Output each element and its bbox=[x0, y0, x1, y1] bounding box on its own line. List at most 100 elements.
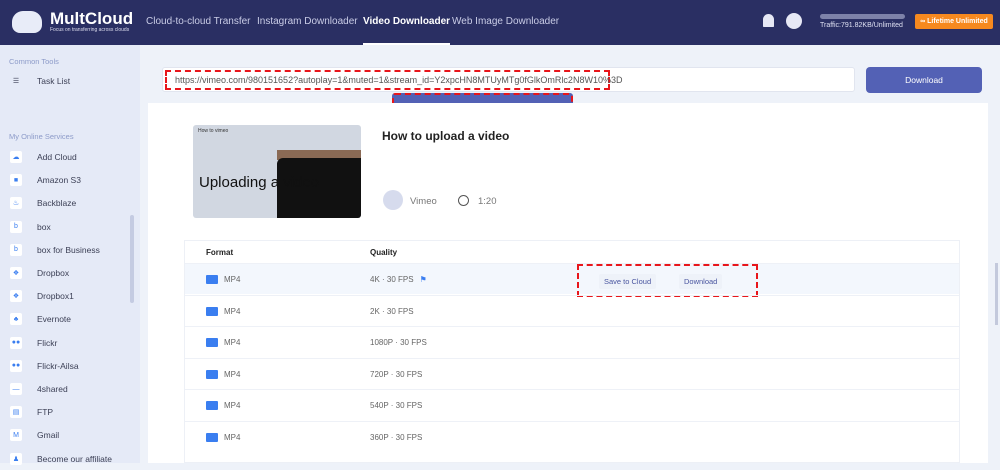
quality-cell: 360P · 30 FPS bbox=[370, 433, 422, 442]
logo[interactable]: MultCloud Focus on transferring across cl… bbox=[12, 10, 133, 33]
video-camera-icon bbox=[206, 306, 218, 316]
traffic-text: Traffic:791.82KB/Unlimited bbox=[820, 22, 903, 29]
table-row[interactable]: MP4 540P · 30 FPS bbox=[185, 389, 959, 420]
format-cell: MP4 bbox=[224, 401, 241, 410]
sidebar-item-label: box for Business bbox=[37, 244, 100, 255]
quality-cell: 1080P · 30 FPS bbox=[370, 338, 427, 347]
result-panel: How to vimeo Uploading a video How to up… bbox=[148, 103, 998, 463]
download-button[interactable]: Download bbox=[866, 67, 982, 93]
lifetime-unlimited-button[interactable]: ∞ Lifetime Unlimited bbox=[915, 14, 993, 29]
table-row[interactable]: MP4 1080P · 30 FPS bbox=[185, 326, 959, 357]
traffic-bar bbox=[820, 14, 905, 19]
channel-name: Vimeo bbox=[410, 196, 437, 207]
format-table: Format Quality MP4 4K · 30 FPS ⚑ Save to Cl… bbox=[184, 240, 998, 463]
sidebar-item-label: Add Cloud bbox=[37, 152, 77, 162]
sidebar-scrollbar[interactable] bbox=[130, 215, 134, 303]
sidebar-item-flickr[interactable]: ●● Flickr bbox=[4, 332, 130, 354]
sidebar-item-label: Flickr-Ailsa bbox=[37, 360, 79, 371]
sidebar-item-label: Dropbox1 bbox=[37, 291, 74, 302]
thumb-header: How to vimeo bbox=[198, 128, 229, 134]
user-avatar-icon[interactable] bbox=[786, 13, 802, 29]
quality-text: 1080P · 30 FPS bbox=[370, 338, 427, 347]
nav-cloud-transfer[interactable]: Cloud-to-cloud Transfer bbox=[146, 16, 251, 27]
video-duration: 1:20 bbox=[478, 196, 497, 207]
save-to-cloud-button[interactable]: Save to Cloud bbox=[599, 274, 657, 289]
format-cell: MP4 bbox=[224, 369, 241, 379]
sidebar-item-label: FTP bbox=[37, 407, 54, 418]
sidebar-item-dropbox1[interactable]: ❖ Dropbox1 bbox=[4, 285, 130, 307]
sidebar-item-task-list[interactable]: ☰ Task List bbox=[4, 70, 130, 92]
box-for-business-icon: b bbox=[10, 243, 22, 256]
sidebar-item-dropbox[interactable]: ❖ Dropbox bbox=[4, 262, 130, 284]
backblaze-icon: ♨ bbox=[10, 197, 22, 210]
video-thumbnail[interactable]: How to vimeo Uploading a video bbox=[193, 125, 361, 218]
add-cloud-icon: ☁ bbox=[10, 151, 22, 163]
quality-cell: 540P · 30 FPS bbox=[370, 401, 422, 410]
flickr-ailsa-icon: ●● bbox=[10, 359, 22, 372]
sidebar-item-label: Task List bbox=[37, 76, 71, 86]
video-camera-icon bbox=[206, 432, 218, 442]
sidebar-item-4shared[interactable]: — 4shared bbox=[4, 378, 130, 400]
sidebar-item-label: Gmail bbox=[37, 430, 60, 441]
clock-icon bbox=[458, 195, 469, 206]
url-value[interactable]: https://vimeo.com/980151652?autoplay=1&m… bbox=[165, 70, 622, 90]
header-format: Format bbox=[206, 248, 234, 257]
thumb-text: Uploading a video bbox=[199, 174, 320, 191]
sidebar-item-box-for-business[interactable]: b box for Business bbox=[4, 239, 130, 261]
sidebar: Common Tools ☰Task List▶Video Downloader… bbox=[0, 45, 573, 465]
format-cell: MP4 bbox=[224, 432, 241, 442]
dropbox1-icon: ❖ bbox=[10, 290, 22, 303]
nav-web-image-downloader[interactable]: Web Image Downloader bbox=[452, 16, 559, 27]
url-input[interactable]: https://vimeo.com/980151652?autoplay=1&m… bbox=[162, 67, 855, 92]
table-row[interactable]: MP4 360P · 30 FPS bbox=[185, 420, 959, 452]
4shared-icon: — bbox=[10, 383, 22, 395]
sidebar-item-label: 4shared bbox=[37, 384, 68, 394]
sidebar-item-gmail[interactable]: M Gmail bbox=[4, 424, 130, 446]
box-icon: b bbox=[10, 220, 22, 233]
nav-video-downloader[interactable]: Video Downloader bbox=[363, 16, 451, 45]
cloud-logo-icon bbox=[12, 10, 42, 33]
quality-text: 720P · 30 FPS bbox=[370, 369, 423, 379]
table-row[interactable]: MP4 2K · 30 FPS bbox=[185, 294, 959, 326]
sidebar-item-box[interactable]: b box bbox=[4, 216, 130, 238]
table-scrollbar[interactable] bbox=[995, 263, 998, 325]
row-download-button[interactable]: Download bbox=[679, 274, 723, 289]
sidebar-item-ftp[interactable]: ▤ FTP bbox=[4, 401, 130, 423]
dropbox-icon: ❖ bbox=[10, 267, 22, 279]
sidebar-item-amazon-s3[interactable]: ■ Amazon S3 bbox=[4, 169, 130, 191]
quality-cell: 4K · 30 FPS ⚑ bbox=[370, 275, 427, 284]
video-title: How to upload a video bbox=[382, 129, 510, 143]
video-camera-icon bbox=[206, 275, 218, 284]
video-camera-icon bbox=[206, 369, 218, 379]
quality-text: 4K · 30 FPS bbox=[370, 275, 414, 284]
sidebar-item-evernote[interactable]: ♣ Evernote bbox=[4, 308, 130, 330]
sidebar-item-become-our-affiliate[interactable]: ♟ Become our affiliate bbox=[4, 448, 130, 470]
sidebar-item-label: Become our affiliate bbox=[37, 453, 112, 464]
flag-icon: ⚑ bbox=[419, 275, 427, 284]
amazon-s3-icon: ■ bbox=[10, 174, 22, 187]
quality-text: 540P · 30 FPS bbox=[370, 401, 423, 410]
nav-instagram-downloader[interactable]: Instagram Downloader bbox=[257, 16, 358, 27]
format-cell: MP4 bbox=[224, 306, 241, 316]
sidebar-item-backblaze[interactable]: ♨ Backblaze bbox=[4, 192, 130, 214]
channel-avatar-icon bbox=[383, 190, 403, 210]
header-quality: Quality bbox=[370, 248, 398, 257]
sidebar-item-flickr-ailsa[interactable]: ●● Flickr-Ailsa bbox=[4, 355, 130, 377]
sidebar-item-label: Dropbox bbox=[37, 268, 70, 278]
format-cell: MP4 bbox=[224, 338, 241, 347]
top-header: MultCloud Focus on transferring across cl… bbox=[0, 0, 1000, 45]
quality-cell: 2K · 30 FPS bbox=[370, 307, 414, 316]
quality-cell: 720P · 30 FPS bbox=[370, 370, 422, 379]
tagline: Focus on transferring across clouds bbox=[50, 27, 130, 33]
table-header: Format Quality bbox=[185, 241, 959, 263]
video-camera-icon bbox=[206, 401, 218, 410]
bell-icon[interactable] bbox=[763, 14, 774, 27]
table-row[interactable]: MP4 720P · 30 FPS bbox=[185, 357, 959, 389]
sidebar-item-add-cloud[interactable]: ☁ Add Cloud bbox=[4, 146, 130, 168]
evernote-icon: ♣ bbox=[10, 313, 22, 326]
quality-text: 360P · 30 FPS bbox=[370, 432, 423, 442]
format-cell: MP4 bbox=[224, 275, 241, 284]
table-row[interactable]: MP4 4K · 30 FPS ⚑ Save to Cloud Download bbox=[185, 263, 959, 297]
video-camera-icon bbox=[206, 338, 218, 347]
sidebar-item-label: Amazon S3 bbox=[37, 175, 81, 186]
